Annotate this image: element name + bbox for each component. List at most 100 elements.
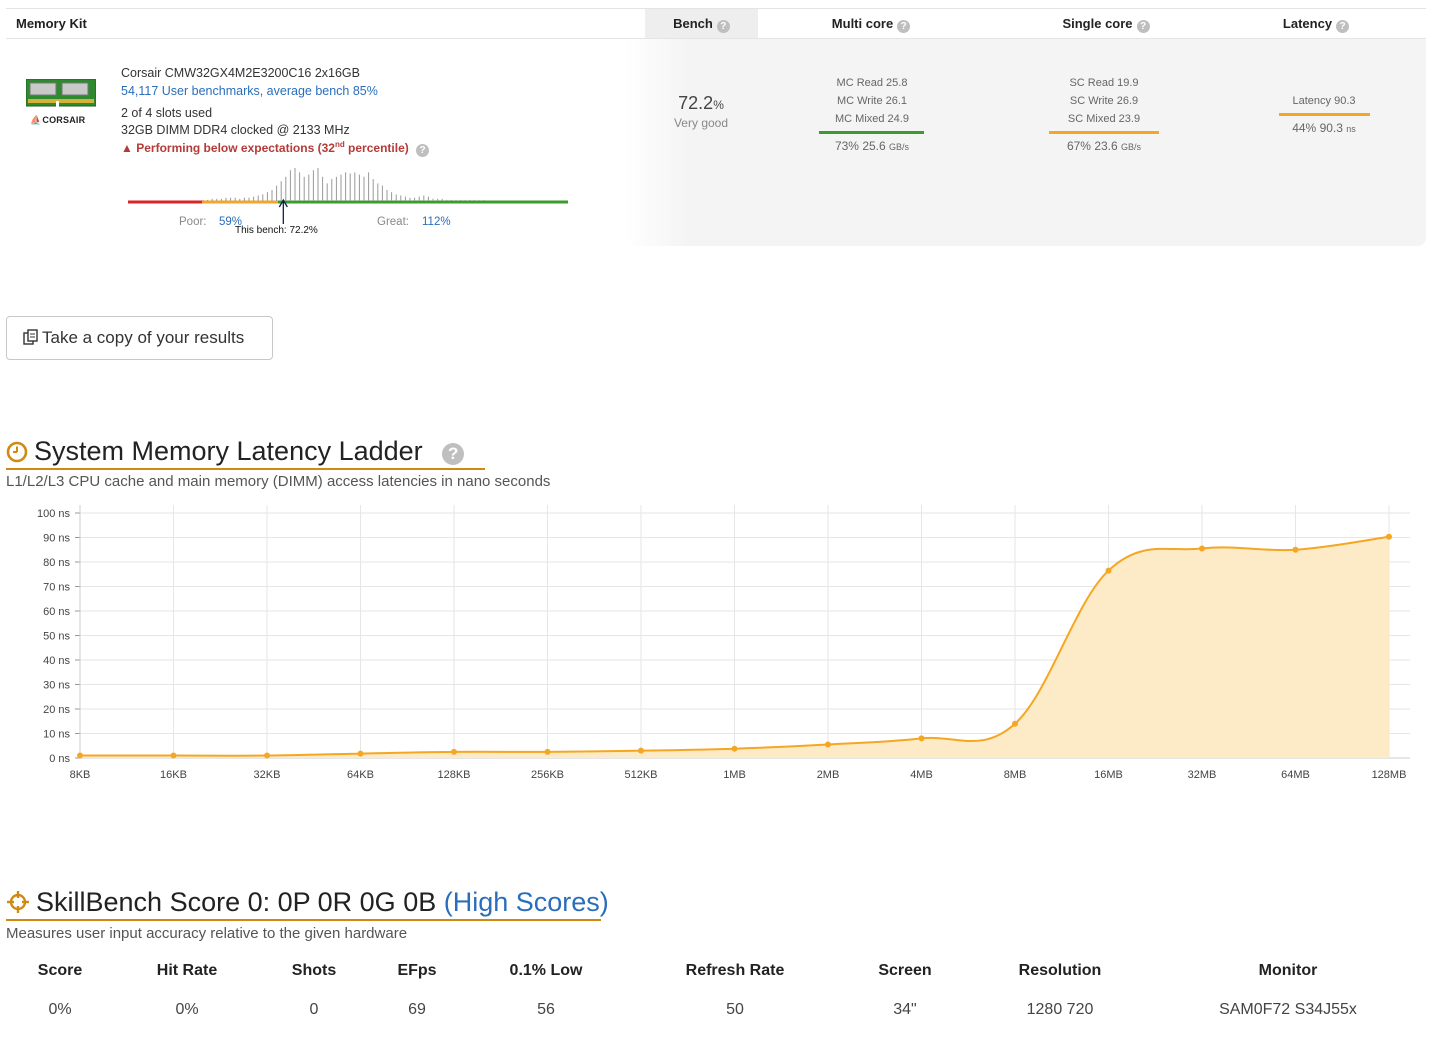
- skillbench-subtitle: Measures user input accuracy relative to…: [6, 925, 408, 942]
- header-multi-label: Multi core: [831, 16, 894, 31]
- y-tick-label: 60 ns: [43, 606, 70, 618]
- metrics-background: [624, 39, 1426, 246]
- latency-data-point: [451, 748, 457, 755]
- latency-data-point: [638, 747, 644, 754]
- sb-value-score: 0%: [48, 1001, 72, 1018]
- sb-header-screen: Screen: [878, 962, 932, 979]
- sb-header-refresh-rate: Refresh Rate: [685, 962, 785, 979]
- latency-data-point: [544, 748, 551, 755]
- sc-score-bar: [1049, 131, 1159, 134]
- performance-warning: ▲ Performing below expectations (32nd pe…: [121, 140, 430, 157]
- copy-results-button[interactable]: Take a copy of your results: [6, 316, 273, 360]
- sb-header-hit-rate: Hit Rate: [156, 962, 218, 979]
- sb-value-shots: 0: [309, 1001, 319, 1018]
- slots-used: 2 of 4 slots used: [121, 106, 213, 120]
- y-tick-label: 40 ns: [43, 655, 70, 667]
- sc-read: SC Read 19.9: [1069, 77, 1139, 89]
- latency-data-point: [1292, 546, 1299, 553]
- x-tick-label: 4MB: [910, 769, 933, 781]
- sc-result: 67% 23.6 GB/s: [1043, 139, 1165, 153]
- mc-result-value: 25.6: [862, 139, 886, 153]
- sc-write: SC Write 26.9: [1069, 95, 1139, 107]
- y-tick-label: 80 ns: [43, 557, 70, 569]
- latency-data-point: [825, 741, 831, 748]
- latency-section-title: System Memory Latency Ladder ?: [6, 434, 485, 470]
- sb-header-score: Score: [37, 962, 83, 979]
- latency-data-point: [1105, 567, 1112, 574]
- latency-result-unit: ns: [1346, 124, 1356, 134]
- sc-result-unit: GB/s: [1121, 142, 1142, 152]
- x-tick-label: 2MB: [817, 769, 840, 781]
- y-tick-label: 90 ns: [43, 533, 70, 545]
- latency-result-pct: 44%: [1292, 121, 1317, 135]
- copy-results-label: Take a copy of your results: [42, 328, 245, 347]
- mc-mixed: MC Mixed 24.9: [835, 113, 909, 125]
- bench-score-value: 72.2: [678, 93, 714, 113]
- x-tick-label: 8KB: [70, 769, 91, 781]
- user-benchmarks-link[interactable]: 54,117 User benchmarks, average bench 85…: [121, 84, 378, 98]
- warning-icon: ▲: [121, 141, 137, 155]
- warning-ordinal: nd: [334, 140, 345, 149]
- y-tick-label: 70 ns: [43, 582, 70, 594]
- header-bench[interactable]: Bench?: [645, 9, 758, 38]
- y-tick-label: 0 ns: [49, 753, 70, 765]
- sb-header-low: 0.1% Low: [509, 962, 583, 979]
- y-tick-label: 10 ns: [43, 729, 70, 741]
- x-tick-label: 32KB: [254, 769, 281, 781]
- header-single-label: Single core: [1062, 16, 1133, 31]
- bench-rating: Very good: [673, 116, 729, 130]
- latency-data-point: [1386, 533, 1392, 540]
- latency-title-text: System Memory Latency Ladder: [34, 436, 423, 466]
- help-icon[interactable]: ?: [416, 144, 430, 157]
- latency-data-point: [170, 752, 177, 759]
- help-icon[interactable]: ?: [1336, 20, 1350, 33]
- great-label: Great:: [377, 216, 409, 228]
- sb-value-screen: 34": [893, 1001, 917, 1018]
- crosshair-icon: [7, 891, 29, 913]
- help-icon[interactable]: ?: [897, 20, 911, 33]
- y-tick-label: 20 ns: [43, 704, 70, 716]
- sb-header-monitor: Monitor: [1258, 962, 1318, 979]
- latency-result-value: 90.3: [1319, 121, 1343, 135]
- this-bench-label: This bench: 72.2%: [235, 225, 318, 236]
- sc-result-value: 23.6: [1094, 139, 1118, 153]
- header-multi-core[interactable]: Multi core?: [806, 9, 936, 38]
- latency-data-point: [918, 735, 925, 742]
- bench-score: 72.2%: [646, 93, 756, 114]
- kit-row: ⛵CORSAIR Corsair CMW32GX4M2E3200C16 2x16…: [6, 39, 1426, 246]
- mc-result: 73% 25.6 GB/s: [811, 139, 933, 153]
- x-tick-label: 128MB: [1372, 769, 1407, 781]
- help-icon[interactable]: ?: [1136, 20, 1150, 33]
- skillbench-title-text: SkillBench Score 0: 0P 0R 0G 0B: [36, 887, 437, 917]
- x-tick-label: 64KB: [347, 769, 374, 781]
- latency-result: 44% 90.3 ns: [1264, 121, 1384, 135]
- sb-header-efps: EFps: [397, 962, 437, 979]
- latency-data-point: [731, 745, 738, 752]
- mc-result-unit: GB/s: [889, 142, 910, 152]
- sb-header-shots: Shots: [291, 962, 337, 979]
- mc-result-pct: 73%: [834, 139, 859, 153]
- latency-data-point: [1012, 720, 1018, 727]
- high-scores-link[interactable]: (High Scores): [444, 887, 609, 917]
- help-icon[interactable]: ?: [716, 20, 730, 33]
- y-tick-label: 50 ns: [43, 631, 70, 643]
- skillbench-section-title: SkillBench Score 0: 0P 0R 0G 0B (High Sc…: [6, 885, 609, 921]
- x-tick-label: 32MB: [1188, 769, 1217, 781]
- bench-score-unit: %: [713, 98, 724, 112]
- corsair-logo: ⛵CORSAIR: [30, 115, 86, 125]
- copy-icon: [23, 329, 38, 345]
- brand-name: CORSAIR: [42, 115, 86, 125]
- help-icon[interactable]: ?: [442, 443, 465, 465]
- header-memory-kit: Memory Kit: [16, 16, 87, 31]
- latency-score-bar: [1279, 113, 1370, 116]
- memory-kit-table: Memory Kit Bench? Multi core? Single cor…: [6, 8, 1426, 246]
- kit-name: Corsair CMW32GX4M2E3200C16 2x16GB: [121, 66, 360, 80]
- table-header: Memory Kit Bench? Multi core? Single cor…: [6, 8, 1426, 39]
- latency-line: Latency 90.3: [1292, 95, 1356, 107]
- header-bench-label: Bench: [673, 16, 713, 31]
- x-tick-label: 64MB: [1281, 769, 1310, 781]
- x-tick-label: 512KB: [624, 769, 657, 781]
- poor-label: Poor:: [179, 216, 207, 228]
- header-latency[interactable]: Latency?: [1266, 9, 1366, 38]
- header-single-core[interactable]: Single core?: [1036, 9, 1176, 38]
